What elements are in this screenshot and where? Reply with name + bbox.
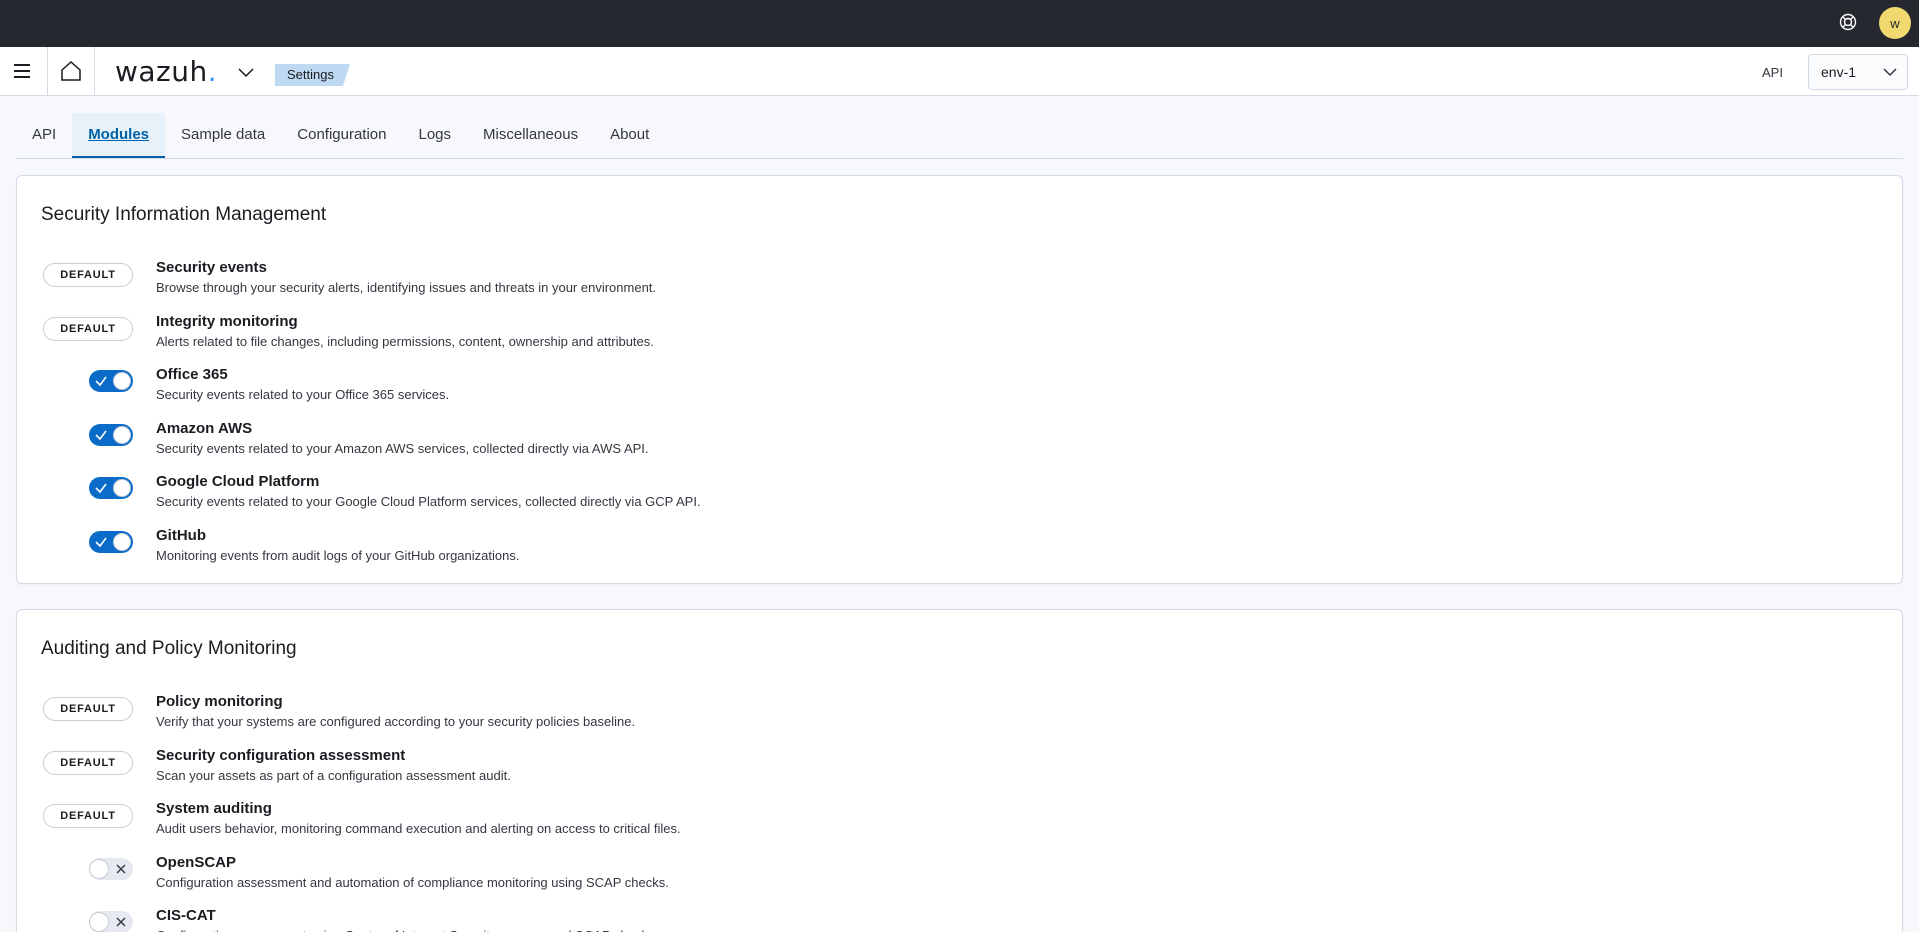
- module-toggle-switch[interactable]: [89, 530, 133, 553]
- settings-tabs: API Modules Sample data Configuration Logs Mi…: [16, 113, 1903, 159]
- app-header: wazuh. Settings API env-1: [0, 47, 1919, 96]
- module-control: [41, 911, 133, 932]
- user-avatar[interactable]: w: [1879, 7, 1911, 39]
- home-icon[interactable]: [59, 59, 83, 83]
- module-name: Amazon AWS: [156, 419, 253, 437]
- toggle-knob: [113, 532, 131, 551]
- module-control: [41, 423, 133, 448]
- module-control: [41, 477, 133, 501]
- header-divider: [47, 47, 48, 95]
- module-row: DEFAULT Integrity monitoring Alerts relate…: [17, 313, 1717, 359]
- module-row: OpenSCAP Configuration assessment and aut…: [17, 854, 1717, 900]
- module-toggle-switch[interactable]: [89, 423, 133, 446]
- module-control: DEFAULT: [41, 750, 133, 775]
- header-divider: [94, 47, 95, 95]
- module-control: [41, 370, 133, 394]
- module-row: GitHub Monitoring events from audit logs …: [17, 527, 1717, 573]
- module-description: Audit users behavior, monitoring command…: [156, 821, 681, 836]
- hamburger-menu-icon[interactable]: [12, 61, 34, 83]
- tab-logs[interactable]: Logs: [403, 113, 468, 158]
- cross-icon: [116, 917, 126, 927]
- check-icon: [95, 430, 107, 440]
- module-name: Security events: [156, 259, 267, 276]
- toggle-knob: [113, 372, 131, 390]
- module-toggle-switch[interactable]: [89, 477, 133, 499]
- module-row: CIS-CAT Configuration assessment using Ce…: [17, 907, 1717, 932]
- wazuh-logo[interactable]: wazuh.: [115, 55, 217, 88]
- module-description: Security events related to your Office 3…: [156, 387, 450, 402]
- section-panel: Security Information Management DEFAULT S…: [16, 175, 1903, 584]
- tab-sample-data[interactable]: Sample data: [165, 113, 281, 158]
- module-control: DEFAULT: [41, 804, 133, 828]
- default-badge: DEFAULT: [43, 263, 133, 287]
- module-description: Security events related to your Google C…: [156, 494, 701, 509]
- toggle-knob: [89, 912, 109, 932]
- module-name: Office 365: [156, 366, 228, 383]
- chevron-down-icon: [1883, 68, 1897, 77]
- module-name: Security configuration assessment: [156, 746, 406, 764]
- check-icon: [95, 537, 107, 547]
- tab-api[interactable]: API: [16, 113, 72, 158]
- tab-modules[interactable]: Modules: [72, 113, 166, 158]
- module-row: DEFAULT System auditing Audit users behavi…: [17, 800, 1717, 846]
- module-toggle-switch[interactable]: [89, 911, 133, 932]
- module-name: System auditing: [156, 800, 272, 817]
- module-row: Google Cloud Platform Security events rel…: [17, 473, 1717, 519]
- module-row: DEFAULT Security events Browse through you…: [17, 259, 1717, 305]
- module-name: GitHub: [156, 526, 206, 544]
- module-description: Verify that your systems are configured …: [156, 714, 636, 729]
- module-name: Google Cloud Platform: [156, 473, 320, 490]
- module-description: Scan your assets as part of a configurat…: [156, 767, 511, 783]
- toggle-knob: [113, 425, 131, 444]
- default-badge: DEFAULT: [43, 316, 133, 341]
- api-env-select[interactable]: env-1: [1808, 54, 1908, 90]
- module-name: CIS-CAT: [156, 907, 216, 924]
- module-description: Configuration assessment using Center of…: [156, 928, 658, 932]
- section-title: Security Information Management: [41, 204, 327, 225]
- logo-text: wazuh: [115, 55, 208, 88]
- module-description: Monitoring events from audit logs of you…: [156, 547, 520, 563]
- chevron-down-icon[interactable]: [236, 65, 256, 79]
- help-icon[interactable]: [1838, 12, 1858, 32]
- module-control: DEFAULT: [41, 316, 133, 341]
- section-panel: Auditing and Policy Monitoring DEFAULT Po…: [16, 609, 1903, 932]
- tab-configuration[interactable]: Configuration: [281, 113, 402, 158]
- breadcrumb-settings[interactable]: Settings: [275, 64, 350, 86]
- module-toggle-switch[interactable]: [89, 370, 133, 392]
- module-control: DEFAULT: [41, 263, 133, 287]
- toggle-knob: [113, 479, 131, 497]
- toggle-knob: [89, 858, 109, 879]
- top-bar: w: [0, 0, 1919, 47]
- api-label: API: [1762, 65, 1783, 80]
- module-row: Office 365 Security events related to you…: [17, 366, 1717, 412]
- module-name: OpenSCAP: [156, 853, 237, 871]
- module-row: Amazon AWS Security events related to you…: [17, 420, 1717, 466]
- cross-icon: [116, 864, 126, 873]
- module-name: Integrity monitoring: [156, 312, 298, 330]
- env-select-value: env-1: [1821, 64, 1857, 80]
- module-row: DEFAULT Policy monitoring Verify that your…: [17, 693, 1717, 739]
- default-badge: DEFAULT: [43, 697, 133, 721]
- default-badge: DEFAULT: [43, 804, 133, 828]
- module-name: Policy monitoring: [156, 693, 283, 710]
- module-description: Browse through your security alerts, ide…: [156, 280, 657, 295]
- section-title: Auditing and Policy Monitoring: [41, 638, 297, 659]
- module-description: Security events related to your Amazon A…: [156, 440, 649, 456]
- module-description: Alerts related to file changes, includin…: [156, 333, 654, 349]
- tab-about[interactable]: About: [594, 113, 665, 158]
- logo-dot: .: [207, 55, 218, 88]
- tab-miscellaneous[interactable]: Miscellaneous: [467, 113, 594, 158]
- module-description: Configuration assessment and automation …: [156, 874, 669, 890]
- module-toggle-switch[interactable]: [89, 857, 133, 880]
- module-row: DEFAULT Security configuration assessment…: [17, 747, 1717, 793]
- default-badge: DEFAULT: [43, 750, 133, 775]
- module-control: DEFAULT: [41, 697, 133, 721]
- check-icon: [95, 376, 107, 387]
- module-control: [41, 530, 133, 555]
- check-icon: [95, 483, 107, 494]
- module-control: [41, 857, 133, 882]
